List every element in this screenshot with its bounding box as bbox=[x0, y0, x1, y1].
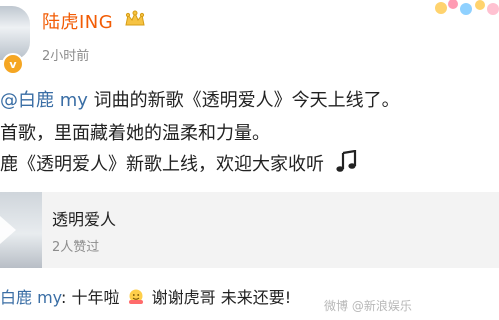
avatar-image bbox=[0, 6, 30, 60]
comment-user[interactable]: 白鹿 my bbox=[0, 288, 61, 307]
music-card[interactable]: 透明爱人 2人赞过 bbox=[0, 192, 499, 268]
mention-link[interactable]: @白鹿 my bbox=[0, 90, 88, 111]
music-card-likes: 2人赞过 bbox=[52, 240, 100, 255]
post-line-3-text: 鹿《透明爱人》新歌上线，欢迎大家收听 bbox=[0, 154, 324, 175]
music-card-title: 透明爱人 bbox=[52, 210, 117, 229]
watermark: 微博 @新浪娱乐 bbox=[324, 299, 412, 313]
crown-icon bbox=[125, 10, 145, 26]
post-line-1-text: 词曲的新歌《透明爱人》今天上线了。 bbox=[87, 90, 400, 111]
user-name[interactable]: 陆虎ING bbox=[42, 8, 113, 34]
post-header: v 陆虎ING 2小时前 bbox=[0, 0, 499, 75]
comment-text-after: 谢谢虎哥 未来还要! bbox=[151, 288, 292, 307]
post-time: 2小时前 bbox=[42, 49, 90, 64]
post-line-1: @白鹿 my 词曲的新歌《透明爱人》今天上线了。 bbox=[0, 86, 400, 112]
sticker-decoration-icon bbox=[435, 0, 499, 15]
music-note-icon bbox=[336, 150, 356, 172]
post-line-2: 首歌，里面藏着她的温柔和力量。 bbox=[0, 123, 270, 144]
post-line-3: 鹿《透明爱人》新歌上线，欢迎大家收听 bbox=[0, 150, 358, 176]
comment: 白鹿 my: 十年啦 谢谢虎哥 未来还要! bbox=[0, 284, 291, 308]
comment-text-before: : 十年啦 bbox=[60, 288, 120, 307]
hug-emoji-icon bbox=[128, 289, 143, 304]
avatar[interactable] bbox=[0, 6, 30, 60]
play-icon[interactable] bbox=[0, 216, 20, 244]
verified-badge-icon: v bbox=[2, 53, 24, 75]
